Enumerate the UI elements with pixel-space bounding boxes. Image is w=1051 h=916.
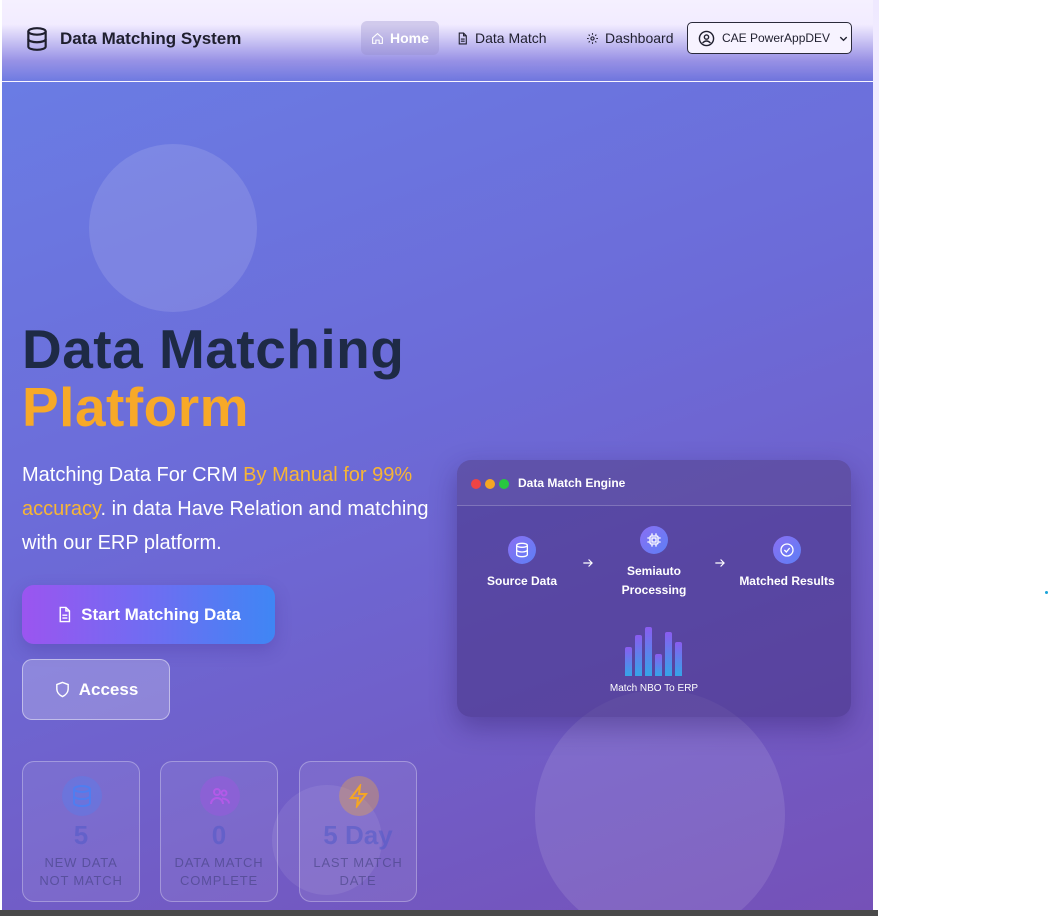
step-source-data: Source Data <box>482 536 562 591</box>
window-dot-red <box>471 479 481 489</box>
step-matched-results: Matched Results <box>737 536 837 591</box>
engine-bar <box>665 632 672 676</box>
nav-data-match[interactable]: Data Match <box>446 21 557 55</box>
step-icon-wrap <box>508 536 536 564</box>
hero-title-line1: Data Matching <box>22 318 405 380</box>
nav-home[interactable]: Home <box>361 21 439 55</box>
stat-card-data-match: 0 DATA MATCH COMPLETE <box>160 761 278 902</box>
engine-bar <box>625 647 632 676</box>
brand-title: Data Matching System <box>60 29 242 48</box>
stat-label-line2: DATE <box>339 873 377 888</box>
match-bar-graphic <box>625 624 685 676</box>
database-icon <box>516 542 528 558</box>
nav-home-label: Home <box>390 30 429 46</box>
user-circle-icon <box>698 30 715 46</box>
hero-title-line2: Platform <box>22 376 250 438</box>
stat-icon-wrap <box>200 776 240 816</box>
nav-data-match-label: Data Match <box>475 30 547 46</box>
arrow-right-icon <box>715 559 725 567</box>
step-label: Matched Results <box>739 574 835 588</box>
check-circle-icon <box>780 543 794 557</box>
stat-label-line2: NOT MATCH <box>39 873 123 888</box>
document-icon <box>458 32 467 44</box>
engine-bar <box>675 642 682 676</box>
stat-icon-wrap <box>62 776 102 816</box>
decorative-circle <box>89 144 257 312</box>
engine-bar <box>635 635 642 676</box>
users-icon <box>210 788 230 805</box>
shield-icon <box>55 681 69 698</box>
engine-title: Data Match Engine <box>518 476 626 490</box>
app-root: Data Matching System Home Data Match Das… <box>2 0 873 910</box>
data-match-engine-card: Data Match Engine Source Data Semiauto P… <box>457 460 851 717</box>
page-edge <box>873 0 879 916</box>
step-label: Source Data <box>486 574 558 588</box>
access-label: Access <box>78 679 139 699</box>
stat-label-line1: NEW DATA <box>44 855 118 870</box>
stat-label: LAST MATCH DATE <box>300 854 416 890</box>
engine-caption: Match NBO To ERP <box>609 683 699 694</box>
start-matching-label: Start Matching Data <box>81 604 241 624</box>
chip-icon <box>647 533 661 547</box>
arrow-right-icon <box>583 559 593 567</box>
hero-title: Data Matching Platform <box>22 320 404 436</box>
stat-label-line1: LAST MATCH <box>313 855 403 870</box>
step-icon-wrap <box>640 526 668 554</box>
nav-dashboard[interactable]: Dashboard <box>576 21 684 55</box>
stat-label: DATA MATCH COMPLETE <box>161 854 277 890</box>
step-label-line1: Semiauto <box>626 564 681 578</box>
stat-label-line2: COMPLETE <box>180 873 258 888</box>
brand[interactable]: Data Matching System <box>24 26 241 52</box>
stat-value: 5 <box>73 820 89 850</box>
lightning-icon <box>349 784 368 808</box>
stat-value: 5 Day <box>323 820 393 850</box>
decorative-circle <box>535 690 785 910</box>
gear-icon <box>587 32 598 44</box>
stat-icon-wrap <box>339 776 379 816</box>
start-matching-button[interactable]: Start Matching Data <box>22 585 275 644</box>
chevron-down-icon <box>839 36 848 41</box>
step-icon-wrap <box>773 536 801 564</box>
step-label-line2: Processing <box>621 583 687 597</box>
engine-bar <box>645 627 652 676</box>
stat-label-line1: DATA MATCH <box>174 855 264 870</box>
step-processing: Semiauto Processing <box>609 526 699 600</box>
engine-header: Data Match Engine <box>457 460 851 506</box>
indicator-dot <box>1045 591 1048 594</box>
stat-label: NEW DATA NOT MATCH <box>23 854 139 890</box>
window-dot-yellow <box>485 479 495 489</box>
stat-card-last-match: 5 Day LAST MATCH DATE <box>299 761 417 902</box>
nav-dashboard-label: Dashboard <box>605 30 674 46</box>
window-dot-green <box>499 479 509 489</box>
access-button[interactable]: Access <box>22 659 170 720</box>
hero-desc-text: Matching Data For CRM <box>22 464 244 486</box>
user-menu-button[interactable]: CAE PowerAppDEV <box>687 22 852 54</box>
stat-card-new-data: 5 NEW DATA NOT MATCH <box>22 761 140 902</box>
database-icon <box>73 785 91 808</box>
engine-bar <box>655 654 662 676</box>
user-menu-label: CAE PowerAppDEV <box>722 31 831 45</box>
stat-value: 0 <box>211 820 227 850</box>
hero-description: Matching Data For CRM By Manual for 99% … <box>22 458 432 560</box>
home-icon <box>372 32 383 44</box>
navbar: Data Matching System Home Data Match Das… <box>2 0 873 82</box>
database-icon <box>27 27 47 51</box>
document-icon <box>59 606 71 623</box>
bottom-border <box>0 910 878 916</box>
